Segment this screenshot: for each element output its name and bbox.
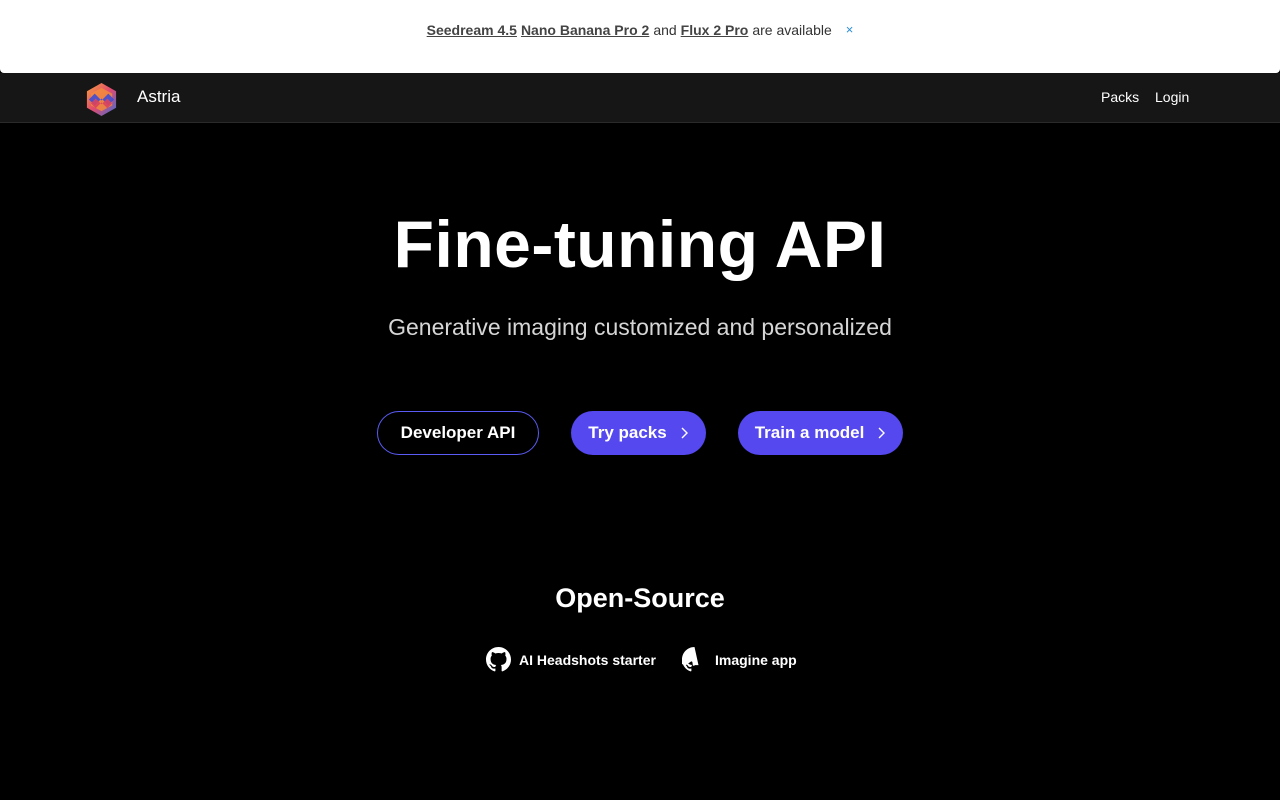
close-icon[interactable]: × (846, 21, 854, 39)
nano-banana-link[interactable]: Nano Banana Pro 2 (521, 21, 649, 39)
navbar: Astria Packs Login (0, 73, 1280, 123)
train-model-label: Train a model (754, 423, 865, 442)
nav-link-login[interactable]: Login (1155, 89, 1189, 105)
chevron-right-icon (878, 427, 886, 439)
brand-name[interactable]: Astria (137, 87, 180, 107)
astria-logo[interactable] (84, 82, 119, 117)
developer-api-label: Developer API (400, 423, 516, 442)
announcement-banner: Seedream 4.5 Nano Banana Pro 2 and Flux … (0, 0, 1280, 73)
try-packs-button[interactable]: Try packs (571, 411, 706, 455)
nav-link-packs[interactable]: Packs (1101, 89, 1139, 105)
train-model-button[interactable]: Train a model (738, 411, 903, 455)
seedream-link[interactable]: Seedream 4.5 (427, 21, 517, 39)
developer-api-button[interactable]: Developer API (377, 411, 539, 455)
chevron-right-icon (681, 427, 688, 439)
imagine-app-link[interactable]: Imagine app (682, 647, 797, 672)
ai-headshots-label: AI Headshots starter (519, 651, 656, 668)
github-icon (682, 647, 699, 672)
open-source-title: Open-Source (555, 583, 725, 613)
hero-title: Fine-tuning API (393, 207, 887, 281)
ai-headshots-link[interactable]: AI Headshots starter (486, 647, 656, 672)
hero-subtitle: Generative imaging customized and person… (388, 314, 892, 340)
github-icon (486, 647, 511, 672)
announcement-content: Seedream 4.5 Nano Banana Pro 2 and Flux … (427, 21, 854, 39)
banner-connector: and (653, 22, 677, 38)
try-packs-label: Try packs (588, 423, 667, 442)
flux-link[interactable]: Flux 2 Pro (681, 21, 749, 39)
imagine-app-label: Imagine app (715, 651, 797, 668)
banner-suffix: are available (752, 22, 832, 38)
